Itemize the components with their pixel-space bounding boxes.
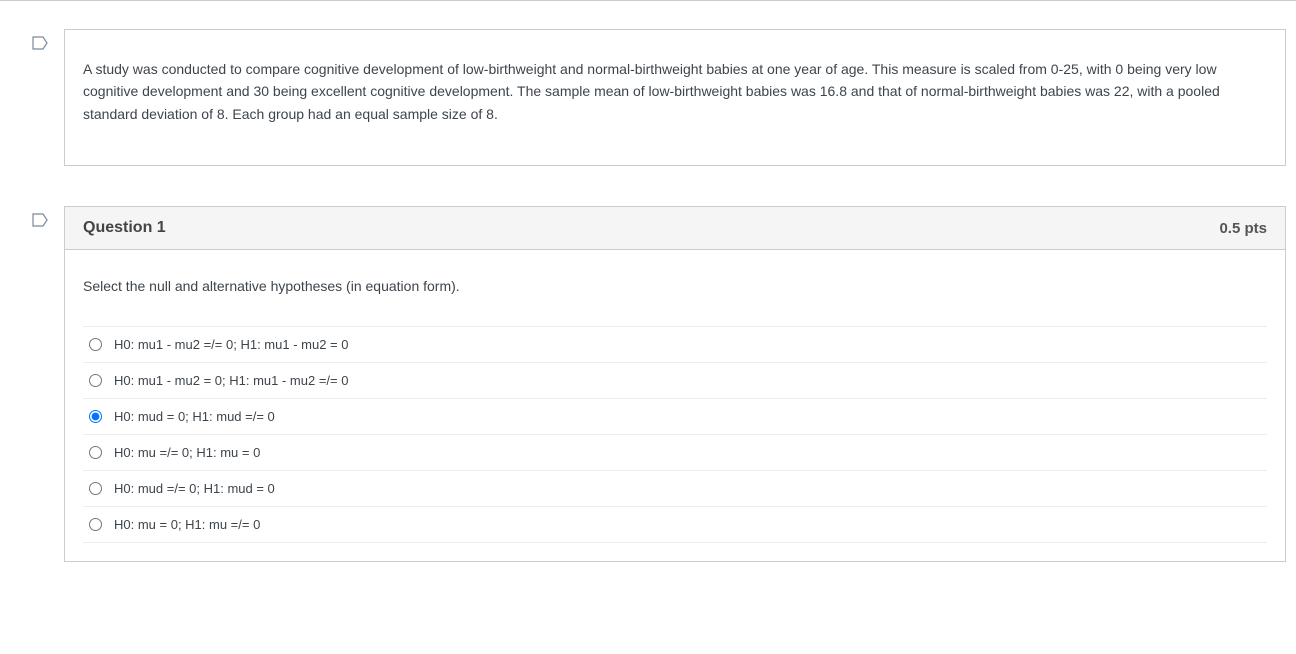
info-block-row: A study was conducted to compare cogniti… xyxy=(32,29,1286,166)
question-body: Select the null and alternative hypothes… xyxy=(65,250,1285,561)
answer-list: H0: mu1 - mu2 =/= 0; H1: mu1 - mu2 = 0 H… xyxy=(83,326,1267,543)
answer-radio[interactable] xyxy=(89,518,102,531)
answer-radio[interactable] xyxy=(89,446,102,459)
answer-text: H0: mud =/= 0; H1: mud = 0 xyxy=(114,481,275,496)
answer-text: H0: mu1 - mu2 = 0; H1: mu1 - mu2 =/= 0 xyxy=(114,373,348,388)
question-block-row: Question 1 0.5 pts Select the null and a… xyxy=(32,206,1286,562)
question-header: Question 1 0.5 pts xyxy=(65,207,1285,250)
answer-option[interactable]: H0: mu1 - mu2 =/= 0; H1: mu1 - mu2 = 0 xyxy=(83,327,1267,363)
bookmark-icon[interactable] xyxy=(32,212,48,228)
answer-option[interactable]: H0: mud =/= 0; H1: mud = 0 xyxy=(83,471,1267,507)
answer-text: H0: mud = 0; H1: mud =/= 0 xyxy=(114,409,275,424)
answer-option[interactable]: H0: mu =/= 0; H1: mu = 0 xyxy=(83,435,1267,471)
answer-option[interactable]: H0: mud = 0; H1: mud =/= 0 xyxy=(83,399,1267,435)
answer-radio[interactable] xyxy=(89,338,102,351)
info-text: A study was conducted to compare cogniti… xyxy=(83,61,1220,122)
question-panel: Question 1 0.5 pts Select the null and a… xyxy=(64,206,1286,562)
answer-option[interactable]: H0: mu = 0; H1: mu =/= 0 xyxy=(83,507,1267,543)
answer-text: H0: mu1 - mu2 =/= 0; H1: mu1 - mu2 = 0 xyxy=(114,337,348,352)
answer-radio[interactable] xyxy=(89,374,102,387)
info-panel: A study was conducted to compare cogniti… xyxy=(64,29,1286,166)
question-points: 0.5 pts xyxy=(1219,220,1267,237)
answer-radio[interactable] xyxy=(89,482,102,495)
answer-text: H0: mu = 0; H1: mu =/= 0 xyxy=(114,517,260,532)
answer-option[interactable]: H0: mu1 - mu2 = 0; H1: mu1 - mu2 =/= 0 xyxy=(83,363,1267,399)
question-title: Question 1 xyxy=(83,219,166,237)
question-prompt: Select the null and alternative hypothes… xyxy=(83,278,1267,294)
bookmark-icon[interactable] xyxy=(32,35,48,51)
answer-text: H0: mu =/= 0; H1: mu = 0 xyxy=(114,445,260,460)
content-wrapper: A study was conducted to compare cogniti… xyxy=(0,29,1296,562)
top-divider xyxy=(0,0,1296,1)
answer-radio[interactable] xyxy=(89,410,102,423)
